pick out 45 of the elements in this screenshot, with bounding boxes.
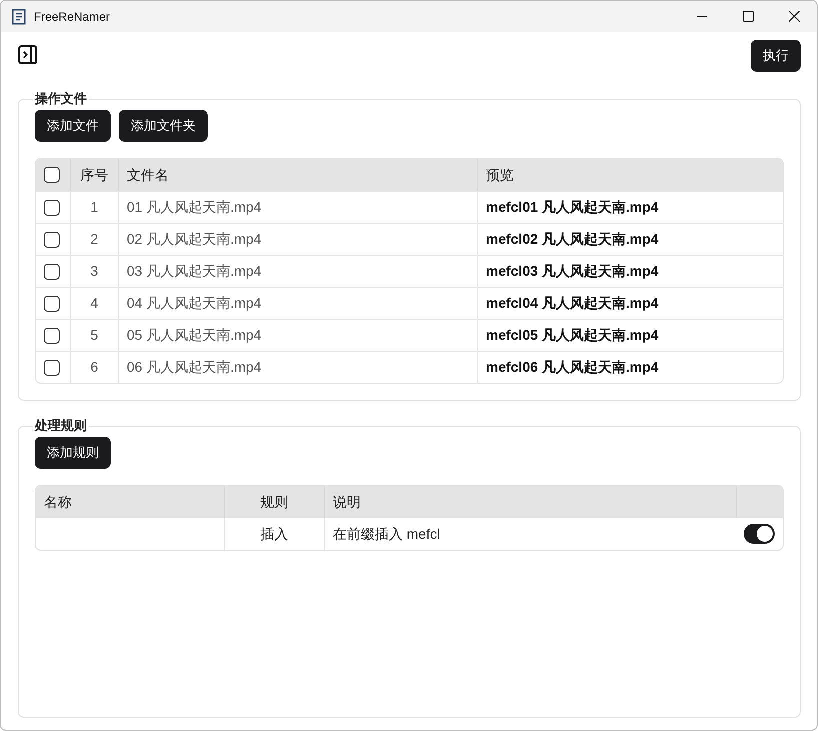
table-cell: 04 凡人风起天南.mp4 (118, 288, 477, 319)
checkbox[interactable] (44, 328, 60, 344)
table-cell: mefcl06 凡人风起天南.mp4 (477, 352, 783, 383)
table-cell: mefcl04 凡人风起天南.mp4 (477, 288, 783, 319)
table-cell: 4 (70, 288, 118, 319)
checkbox[interactable] (44, 360, 60, 376)
add-folder-button[interactable]: 添加文件夹 (119, 110, 208, 142)
checkbox[interactable] (44, 232, 60, 248)
table-cell: 2 (70, 224, 118, 255)
checkbox[interactable] (44, 264, 60, 280)
section-title: 处理规则 (34, 418, 88, 434)
checkbox[interactable] (44, 200, 60, 216)
add-file-button[interactable]: 添加文件 (35, 110, 111, 142)
table-cell: 01 凡人风起天南.mp4 (118, 192, 477, 223)
add-rule-button[interactable]: 添加规则 (35, 437, 111, 469)
table-cell: 3 (70, 256, 118, 287)
column-header: 序号 (70, 159, 118, 191)
table-cell: 6 (70, 352, 118, 383)
table-cell: mefcl02 凡人风起天南.mp4 (477, 224, 783, 255)
table-cell: 03 凡人风起天南.mp4 (118, 256, 477, 287)
column-header: 名称 (43, 492, 73, 512)
execute-button[interactable]: 执行 (751, 40, 801, 72)
maximize-icon[interactable] (742, 11, 754, 22)
sidebar-toggle-icon[interactable] (18, 44, 38, 64)
checkbox[interactable] (44, 167, 60, 183)
app-icon (12, 8, 26, 24)
table-cell: 02 凡人风起天南.mp4 (118, 224, 477, 255)
table-cell: 06 凡人风起天南.mp4 (118, 352, 477, 383)
column-header: 预览 (477, 159, 783, 191)
table-cell: mefcl05 凡人风起天南.mp4 (477, 320, 783, 351)
table-cell: 05 凡人风起天南.mp4 (118, 320, 477, 351)
window-title: FreeReNamer (34, 8, 110, 26)
column-header: 规则 (224, 486, 324, 518)
table-cell: 插入 (224, 518, 324, 550)
checkbox[interactable] (44, 296, 60, 312)
table-cell: mefcl03 凡人风起天南.mp4 (477, 256, 783, 287)
column-header: 文件名 (118, 159, 477, 191)
table-cell: 在前缀插入 mefcl (324, 518, 736, 550)
table-cell: 5 (70, 320, 118, 351)
column-header: 说明 (324, 486, 736, 518)
close-icon[interactable] (788, 11, 800, 22)
toggle-switch[interactable] (744, 524, 775, 544)
section-title: 操作文件 (34, 91, 88, 107)
table-cell: 1 (70, 192, 118, 223)
table-cell: mefcl01 凡人风起天南.mp4 (477, 192, 783, 223)
